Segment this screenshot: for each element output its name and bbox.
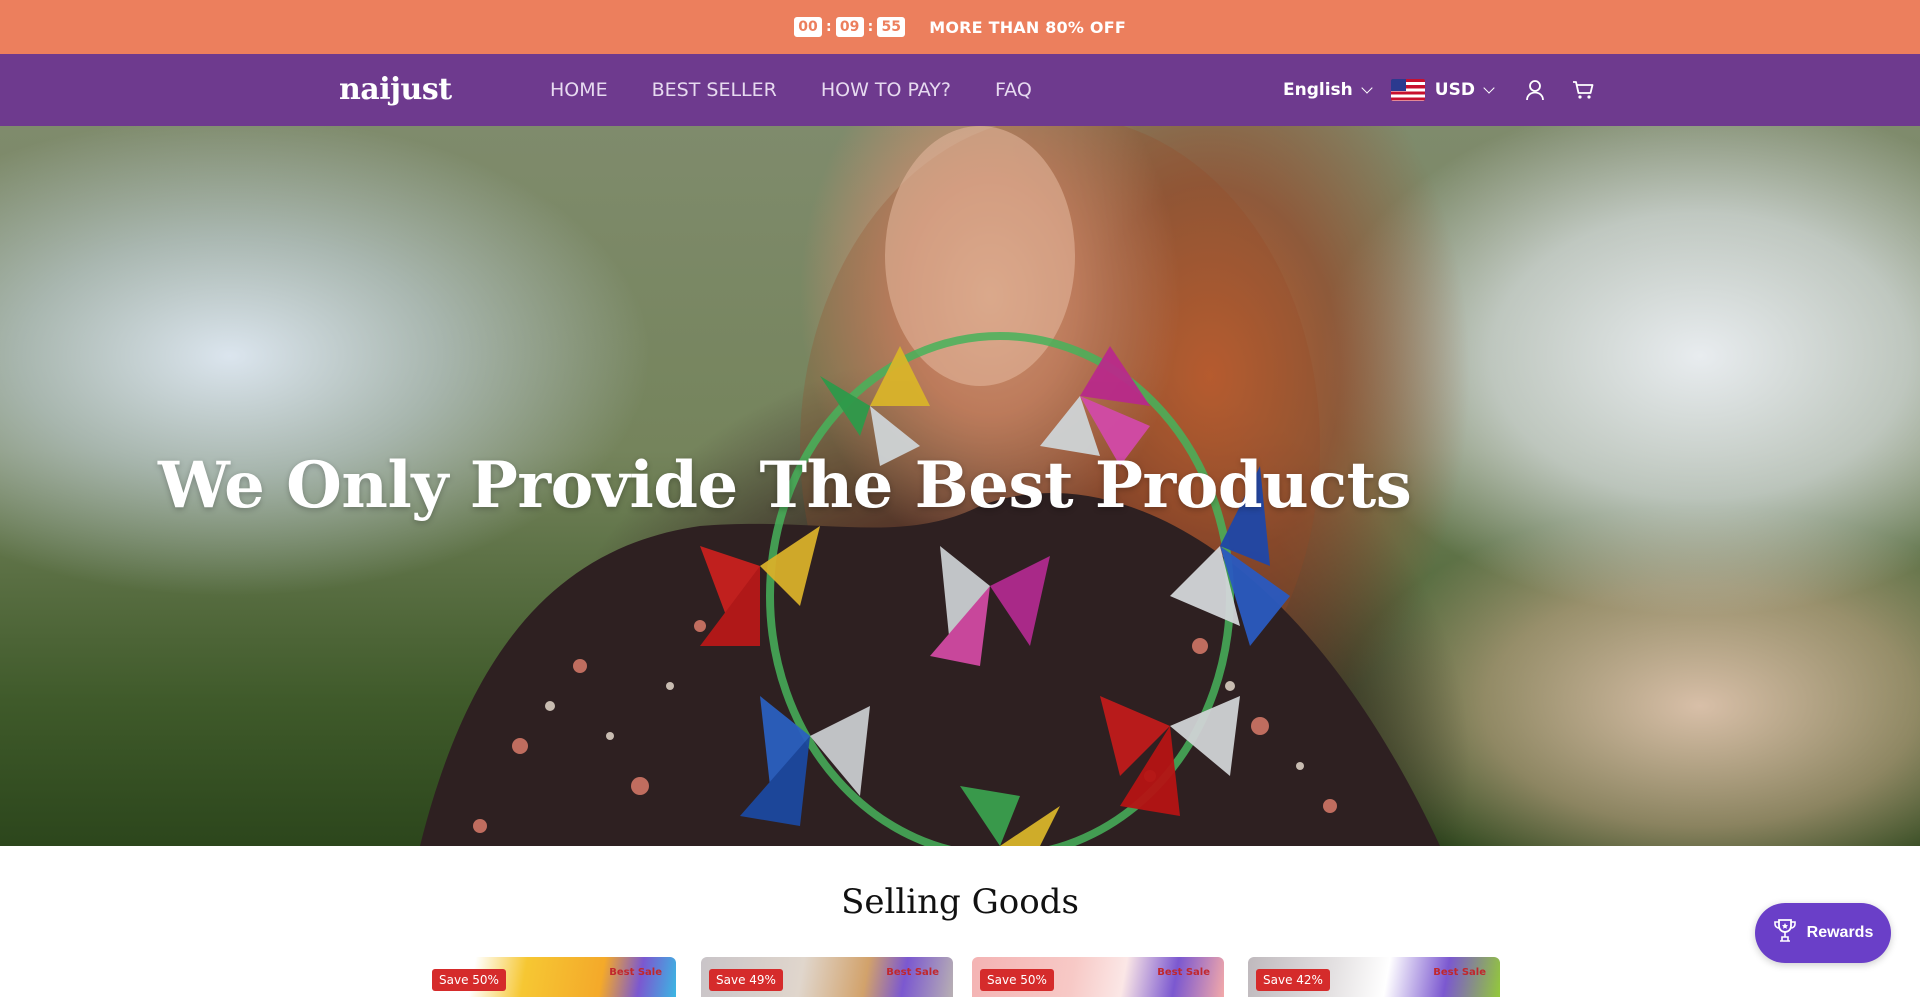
language-selector[interactable]: English bbox=[1283, 80, 1373, 100]
timer-separator: : bbox=[867, 19, 874, 35]
cart-icon[interactable] bbox=[1571, 78, 1595, 102]
user-icon[interactable] bbox=[1523, 78, 1547, 102]
save-badge: Save 49% bbox=[709, 969, 783, 991]
site-header: naijust HOME BEST SELLER HOW TO PAY? FAQ… bbox=[0, 54, 1920, 126]
nav-home[interactable]: HOME bbox=[550, 79, 608, 101]
product-card[interactable]: Save 50% Best Sale bbox=[424, 957, 676, 997]
save-badge: Save 50% bbox=[980, 969, 1054, 991]
product-card[interactable]: Save 42% Best Sale bbox=[1248, 957, 1500, 997]
header-actions: English USD bbox=[1283, 54, 1595, 126]
timer-minutes: 09 bbox=[835, 17, 864, 37]
site-logo[interactable]: naijust bbox=[339, 72, 452, 107]
best-sale-tag: Best Sale bbox=[609, 967, 662, 978]
announcement-text: MORE THAN 80% OFF bbox=[929, 17, 1126, 37]
chevron-down-icon bbox=[1361, 81, 1373, 94]
nav-how-to-pay[interactable]: HOW TO PAY? bbox=[821, 79, 951, 101]
product-card[interactable]: Save 50% Best Sale bbox=[972, 957, 1224, 997]
currency-selector[interactable]: USD bbox=[1390, 79, 1495, 101]
section-title: Selling Goods bbox=[841, 882, 1079, 922]
save-badge: Save 42% bbox=[1256, 969, 1330, 991]
product-card[interactable]: Save 49% Best Sale bbox=[701, 957, 953, 997]
countdown-timer: 00 : 09 : 55 bbox=[794, 17, 906, 37]
best-sale-tag: Best Sale bbox=[886, 967, 939, 978]
timer-separator: : bbox=[826, 19, 832, 35]
timer-seconds: 55 bbox=[877, 17, 906, 37]
hero-title: We Only Provide The Best Products bbox=[158, 448, 1412, 523]
us-flag-icon bbox=[1390, 79, 1425, 101]
trophy-icon bbox=[1773, 918, 1797, 949]
timer-hours: 00 bbox=[794, 17, 823, 37]
nav-faq[interactable]: FAQ bbox=[995, 79, 1032, 101]
best-sale-tag: Best Sale bbox=[1157, 967, 1210, 978]
hero-banner: We Only Provide The Best Products bbox=[0, 126, 1920, 846]
rewards-label: Rewards bbox=[1806, 924, 1874, 941]
chevron-down-icon bbox=[1483, 81, 1495, 94]
nav-best-seller[interactable]: BEST SELLER bbox=[652, 79, 777, 101]
main-nav: HOME BEST SELLER HOW TO PAY? FAQ bbox=[550, 54, 1032, 126]
announcement-bar: 00 : 09 : 55 MORE THAN 80% OFF bbox=[0, 0, 1920, 54]
best-sale-tag: Best Sale bbox=[1433, 967, 1486, 978]
language-label: English bbox=[1283, 80, 1353, 100]
currency-label: USD bbox=[1434, 80, 1475, 100]
save-badge: Save 50% bbox=[432, 969, 506, 991]
rewards-button[interactable]: Rewards bbox=[1755, 903, 1891, 963]
